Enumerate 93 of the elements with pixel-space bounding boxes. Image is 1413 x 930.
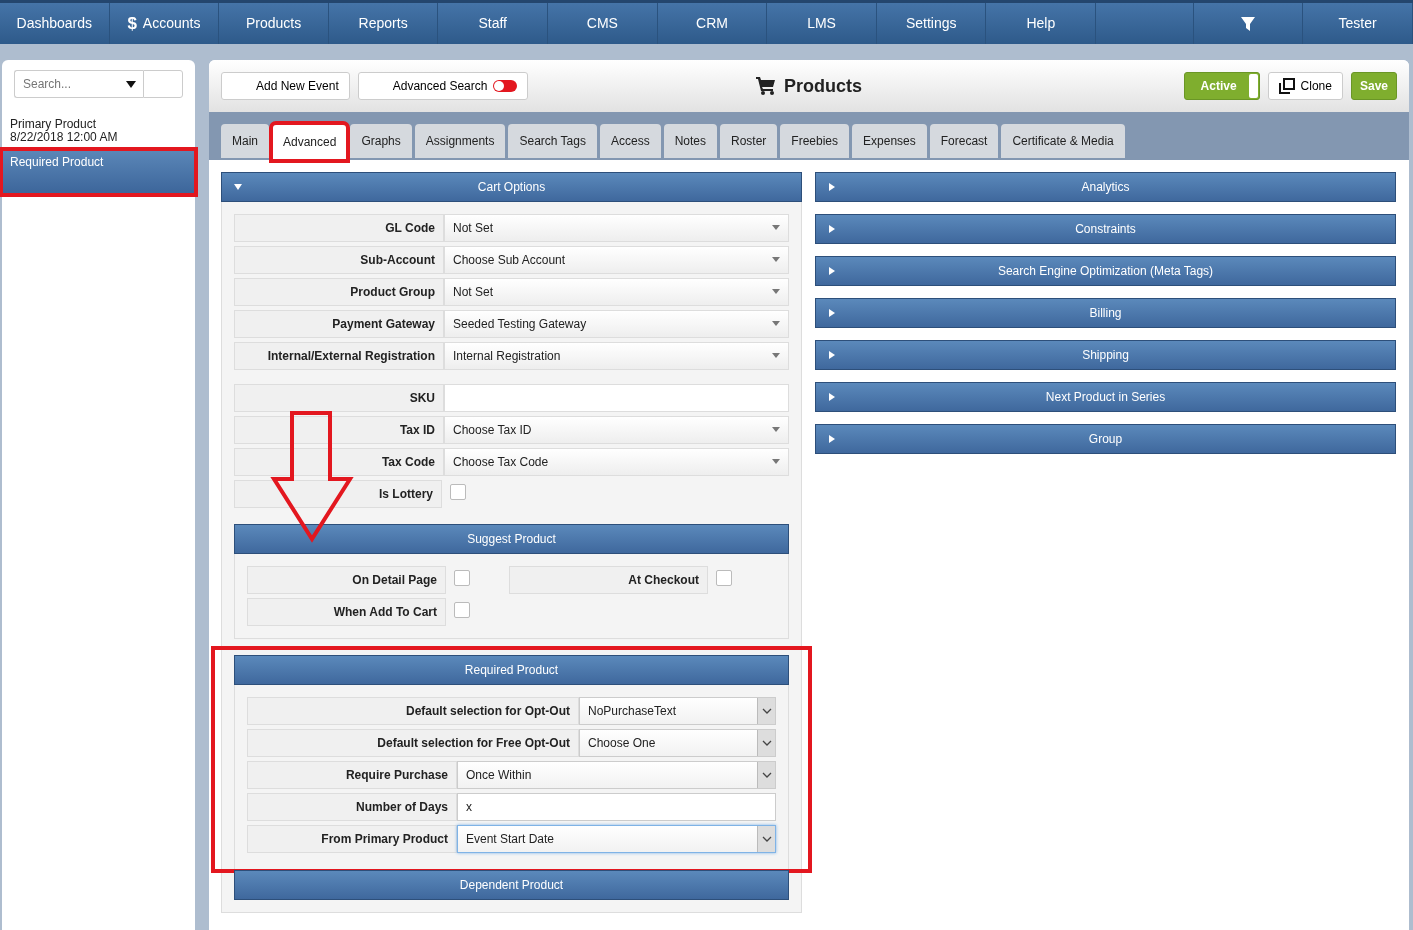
clone-icon (1278, 78, 1295, 94)
field-label: Number of Days (247, 793, 457, 821)
field-label: SKU (234, 384, 444, 412)
dropdown[interactable]: Internal Registration (444, 342, 789, 370)
dropdown[interactable]: Not Set (444, 214, 789, 242)
nav-item[interactable]: Dashboards (0, 3, 110, 44)
panel-header[interactable]: Next Product in Series (815, 382, 1396, 412)
panel-header[interactable]: Constraints (815, 214, 1396, 244)
section-header[interactable]: Cart Options (221, 172, 802, 202)
chevron-icon (761, 707, 772, 715)
checkbox[interactable] (716, 570, 732, 586)
checkbox[interactable] (450, 484, 466, 500)
tab[interactable]: Access (599, 124, 661, 158)
tab[interactable]: Assignments (414, 124, 506, 158)
search-field[interactable]: Search... (14, 70, 119, 98)
field-label: Payment Gateway (234, 310, 444, 338)
caret-icon (772, 353, 780, 359)
field-label: Internal/External Registration (234, 342, 444, 370)
dropdown[interactable]: Not Set (444, 278, 789, 306)
filter-icon (1240, 15, 1256, 32)
dropdown[interactable]: Event Start Date (457, 825, 776, 853)
checkbox[interactable] (454, 602, 470, 618)
field-label: Require Purchase (247, 761, 457, 789)
caret-icon (772, 257, 780, 263)
chevron-icon (761, 771, 772, 779)
caret-icon (772, 289, 780, 295)
chevron-icon (761, 739, 772, 747)
tab[interactable]: Advanced (272, 124, 348, 160)
dropdown[interactable]: Seeded Testing Gateway (444, 310, 789, 338)
field-label: At Checkout (509, 566, 708, 594)
field-label: Product Group (234, 278, 444, 306)
chevron-icon (761, 835, 772, 843)
nav-item[interactable]: Settings (876, 3, 987, 44)
sidebar-item[interactable]: Required Product (2, 150, 195, 194)
field-label: From Primary Product (247, 825, 457, 853)
section-header: Dependent Product (234, 870, 789, 900)
panel-header[interactable]: Shipping (815, 340, 1396, 370)
checkbox[interactable] (454, 570, 470, 586)
dropdown[interactable]: Choose Tax ID (444, 416, 789, 444)
caret-icon (772, 427, 780, 433)
tab[interactable]: Notes (663, 124, 717, 158)
field-label: When Add To Cart (247, 598, 446, 626)
dropdown[interactable]: Choose One (579, 729, 776, 757)
caret-icon (772, 459, 780, 465)
tab[interactable]: Graphs (350, 124, 412, 158)
field-label: Default selection for Opt-Out (247, 697, 579, 725)
dropdown[interactable]: Choose Tax Code (444, 448, 789, 476)
field-label: On Detail Page (247, 566, 446, 594)
nav-item[interactable]: CMS (548, 3, 658, 44)
add-event-button[interactable]: Add New Event (221, 72, 350, 100)
tab[interactable]: Search Tags (508, 124, 597, 158)
nav-item[interactable]: Staff (438, 3, 549, 44)
caret-icon (772, 225, 780, 231)
text-field[interactable] (444, 384, 789, 412)
caret-icon (125, 78, 137, 90)
panel-header[interactable]: Billing (815, 298, 1396, 328)
toggle-switch[interactable] (493, 80, 518, 92)
field-label: Is Lottery (234, 480, 442, 508)
dropdown[interactable]: NoPurchaseText (579, 697, 776, 725)
nav-item[interactable]: Reports (328, 3, 439, 44)
nav-item[interactable]: Help (986, 3, 1097, 44)
tab[interactable]: Certificate & Media (1001, 124, 1125, 158)
tab[interactable]: Freebies (780, 124, 850, 158)
dollar-icon: $ (127, 10, 137, 37)
field-label: Tax Code (234, 448, 444, 476)
nav-item[interactable]: $ Accounts (109, 3, 220, 44)
cart-icon (756, 76, 776, 96)
text-field[interactable]: x (457, 793, 776, 821)
advanced-search-toggle[interactable]: Advanced Search (357, 72, 529, 100)
nav-item[interactable]: Products (219, 3, 329, 44)
tab[interactable]: Expenses (852, 124, 927, 158)
panel-header[interactable]: Analytics (815, 172, 1396, 202)
caret-icon (772, 321, 780, 327)
dropdown[interactable]: Once Within (457, 761, 776, 789)
panel-header[interactable]: Group (815, 424, 1396, 454)
field-label: Tax ID (234, 416, 444, 444)
nav-item[interactable]: CRM (657, 3, 768, 44)
section-header: Suggest Product (234, 524, 789, 554)
field-label: GL Code (234, 214, 444, 242)
field-label: Sub-Account (234, 246, 444, 274)
clone-button[interactable]: Clone (1267, 72, 1343, 100)
sidebar-item[interactable]: Primary Product 8/22/2018 12:00 AM (2, 112, 195, 150)
nav-item[interactable]: LMS (767, 3, 877, 44)
section-header: Required Product (234, 655, 789, 685)
panel-header[interactable]: Search Engine Optimization (Meta Tags) (815, 256, 1396, 286)
tab[interactable]: Roster (720, 124, 778, 158)
nav-item[interactable]: Tester (1303, 3, 1413, 44)
dropdown[interactable]: Choose Sub Account (444, 246, 789, 274)
dropdown-button[interactable] (119, 70, 143, 98)
tab[interactable]: Main (221, 124, 269, 158)
field-label: Default selection for Free Opt-Out (247, 729, 579, 757)
page-title: Products (784, 74, 862, 98)
tab[interactable]: Forecast (929, 124, 999, 158)
